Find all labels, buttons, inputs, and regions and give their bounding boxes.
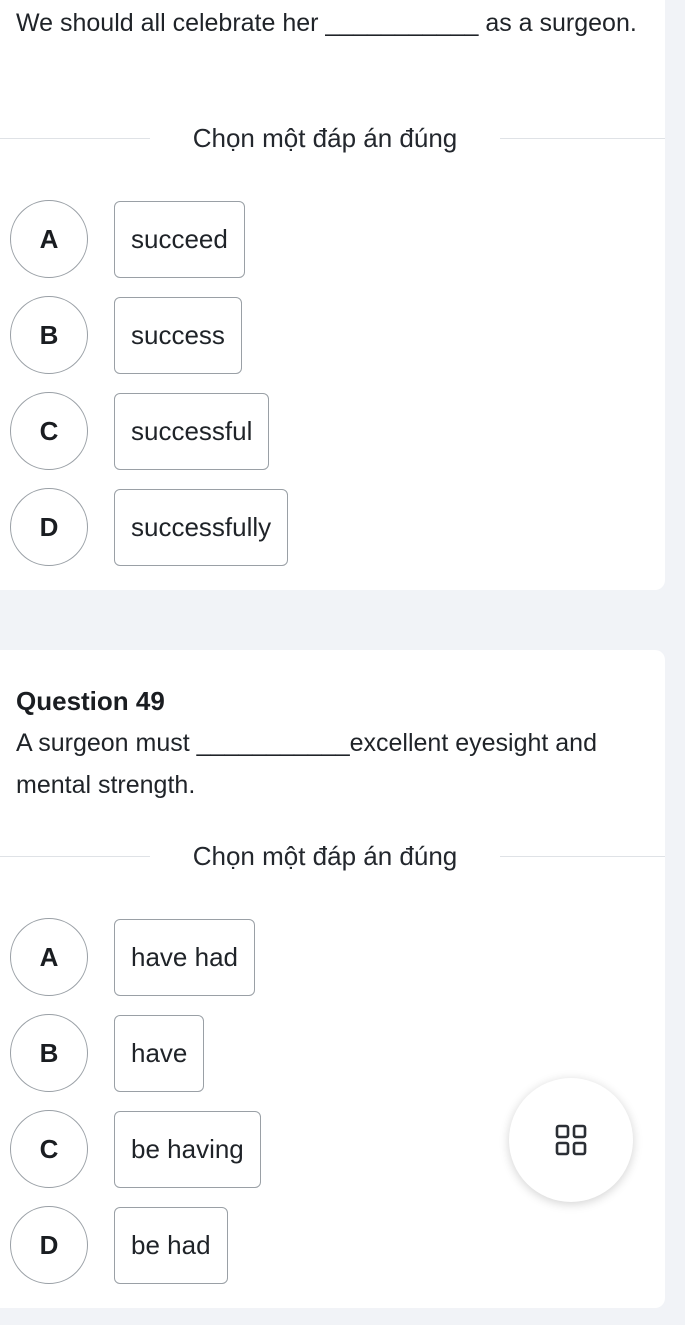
option-answer[interactable]: be having <box>114 1110 261 1188</box>
answer-prompt: Chọn một đáp án đúng <box>192 123 458 153</box>
option-c[interactable]: C successful <box>10 391 270 471</box>
option-a[interactable]: A succeed <box>10 199 245 279</box>
divider-line <box>0 856 150 857</box>
option-answer[interactable]: success <box>114 296 242 374</box>
option-answer[interactable]: be had <box>114 1206 228 1284</box>
option-answer[interactable]: have had <box>114 918 255 996</box>
option-letter[interactable]: C <box>10 392 88 470</box>
question-card-49: Question 49 A surgeon must ___________ex… <box>0 650 665 1308</box>
option-b[interactable]: B have <box>10 1013 205 1093</box>
option-answer[interactable]: successful <box>114 392 270 470</box>
divider-line <box>500 138 665 139</box>
option-letter[interactable]: A <box>10 918 88 996</box>
option-answer[interactable]: successfully <box>114 488 289 566</box>
question-card-48: We should all celebrate her ___________ … <box>0 0 665 590</box>
option-a[interactable]: A have had <box>10 917 255 997</box>
answer-prompt-divider: Chọn một đáp án đúng <box>0 123 665 153</box>
option-letter[interactable]: B <box>10 296 88 374</box>
option-letter[interactable]: A <box>10 200 88 278</box>
option-b[interactable]: B success <box>10 295 242 375</box>
question-grid-button[interactable] <box>509 1078 633 1202</box>
grid-icon <box>555 1124 587 1156</box>
option-d[interactable]: D successfully <box>10 487 289 567</box>
option-answer[interactable]: succeed <box>114 200 245 278</box>
divider-line <box>0 138 150 139</box>
answer-prompt: Chọn một đáp án đúng <box>192 841 458 871</box>
answer-prompt-divider: Chọn một đáp án đúng <box>0 841 665 871</box>
option-letter[interactable]: C <box>10 1110 88 1188</box>
question-title: Question 49 <box>16 686 165 716</box>
question-text: We should all celebrate her ___________ … <box>16 9 637 37</box>
divider-line <box>500 856 665 857</box>
option-d[interactable]: D be had <box>10 1205 228 1285</box>
option-c[interactable]: C be having <box>10 1109 261 1189</box>
option-answer[interactable]: have <box>114 1014 205 1092</box>
question-text: A surgeon must ___________excellent eyes… <box>16 729 597 799</box>
option-letter[interactable]: D <box>10 488 88 566</box>
option-letter[interactable]: D <box>10 1206 88 1284</box>
option-letter[interactable]: B <box>10 1014 88 1092</box>
